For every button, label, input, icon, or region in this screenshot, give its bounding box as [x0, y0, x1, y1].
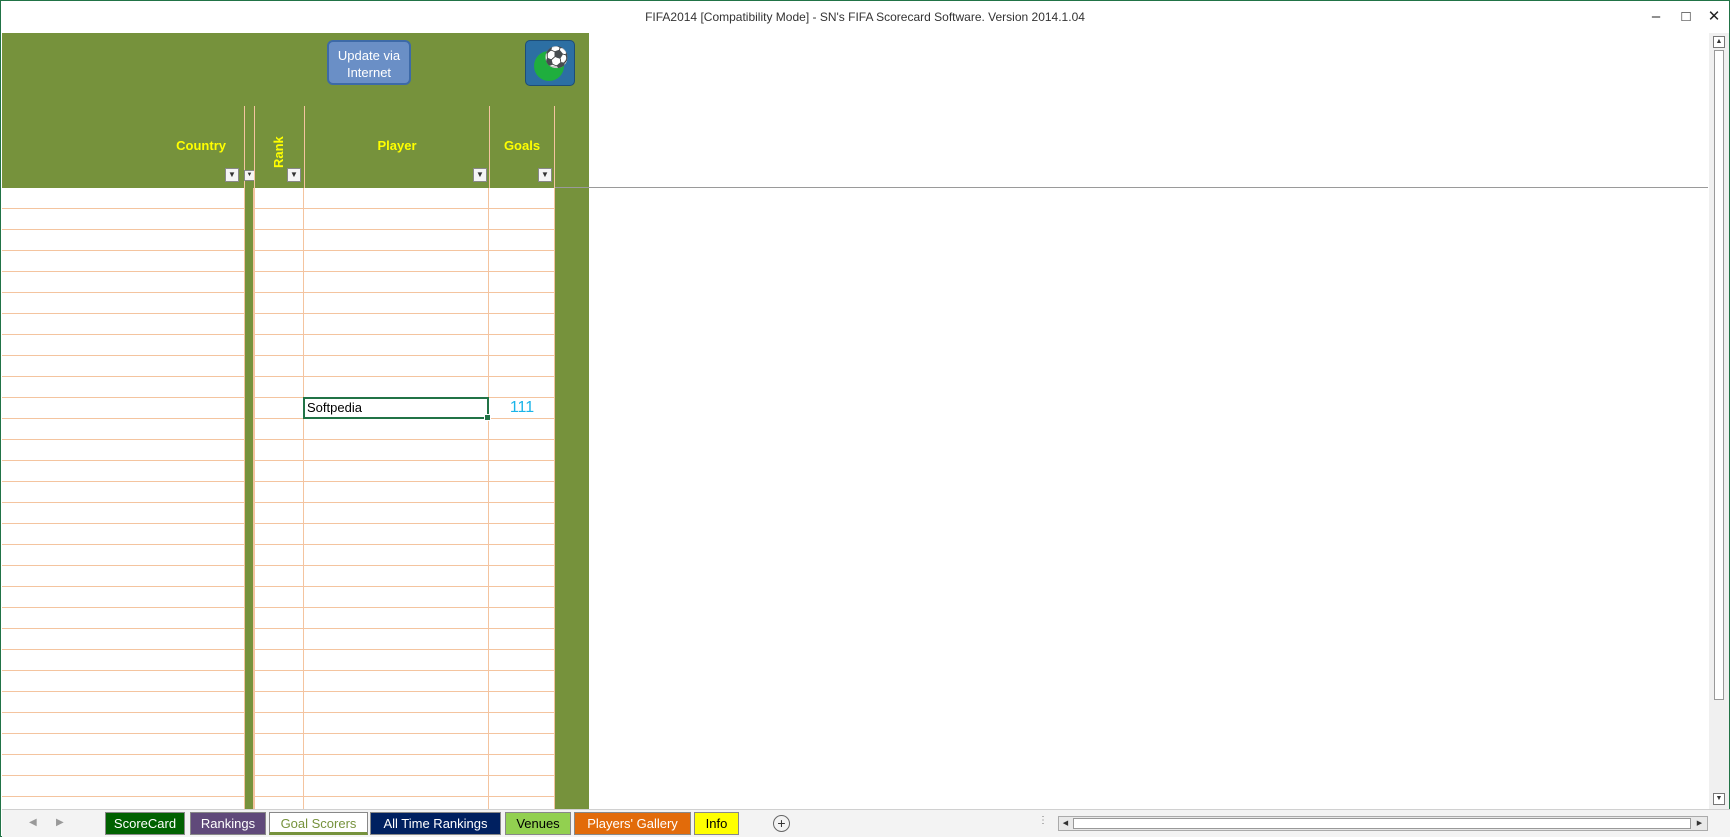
minimize-button[interactable]: – [1641, 5, 1671, 29]
add-sheet-plus-icon[interactable]: + [773, 815, 790, 832]
scroll-right-arrow-icon[interactable]: ▶ [1694, 818, 1705, 829]
soccer-player-icon[interactable]: ⚽ [525, 40, 575, 86]
tab-rankings[interactable]: Rankings [190, 812, 266, 835]
player-filter-button[interactable]: ▼ [473, 168, 487, 182]
player-figure-icon: ⚽ [544, 47, 569, 69]
tab-label: Rankings [200, 816, 256, 831]
tab-players-gallery[interactable]: Players' Gallery [574, 812, 691, 835]
update-via-internet-button[interactable]: Update via Internet [327, 40, 411, 85]
header-rank: Rank ▼ [254, 106, 304, 188]
vertical-scrollbar[interactable]: ▲ ▼ [1709, 33, 1729, 809]
tab-label: ScoreCard [113, 816, 177, 831]
goals-filter-button[interactable]: ▼ [538, 168, 552, 182]
header-goals: Goals ▼ [489, 106, 555, 188]
rank-column[interactable] [254, 188, 304, 809]
tab-label: Players' Gallery [587, 816, 678, 831]
tab-label: All Time Rankings [383, 816, 488, 831]
excel-window: FIFA2014 [Compatibility Mode] - SN's FIF… [0, 0, 1730, 837]
tab-label: Info [705, 816, 728, 831]
country-column[interactable] [2, 188, 245, 809]
title-bar: FIFA2014 [Compatibility Mode] - SN's FIF… [1, 1, 1729, 33]
tab-all-time-rankings[interactable]: All Time Rankings [370, 812, 501, 835]
tab-goal-scorers[interactable]: Goal Scorers [269, 812, 368, 835]
scroll-up-arrow-icon[interactable]: ▲ [1713, 36, 1725, 48]
maximize-button[interactable]: □ [1671, 5, 1701, 29]
horizontal-scrollbar[interactable]: ◀ ▶ [1058, 816, 1708, 831]
tab-label: Venues [516, 816, 560, 831]
player-column[interactable] [304, 188, 489, 809]
rank-header-label: Rank [271, 136, 286, 168]
spacer-column [245, 188, 254, 809]
split-handle-icon[interactable]: ⋮ [1038, 815, 1048, 826]
goals-cell[interactable]: 111 [490, 398, 554, 418]
tab-scroll-right-icon[interactable]: ▶ [56, 817, 64, 828]
country-header-label: Country [176, 138, 226, 153]
sheet-tab-bar: ◀ ▶ ScoreCard Rankings Goal Scorers All … [2, 809, 1730, 837]
tab-venues[interactable]: Venues [505, 812, 571, 835]
header-spacer: ▼ [244, 106, 255, 188]
worksheet-area[interactable]: Update via Internet ⚽ Country ▼ ▼ Rank ▼… [2, 33, 1708, 809]
scroll-left-arrow-icon[interactable]: ◀ [1060, 818, 1071, 829]
header-player: Player ▼ [304, 106, 489, 188]
tab-info[interactable]: Info [694, 812, 739, 835]
player-cell-selected[interactable]: Softpedia [303, 397, 491, 421]
horizontal-scroll-thumb[interactable] [1073, 818, 1691, 829]
window-title: FIFA2014 [Compatibility Mode] - SN's FIF… [645, 10, 1085, 24]
tab-label: Goal Scorers [280, 816, 357, 831]
header-country: Country ▼ [2, 106, 244, 188]
country-filter-button[interactable]: ▼ [225, 168, 239, 182]
scroll-down-arrow-icon[interactable]: ▼ [1713, 793, 1725, 805]
goals-column[interactable] [489, 188, 555, 809]
player-header-label: Player [377, 138, 417, 153]
tab-scorecard[interactable]: ScoreCard [105, 812, 185, 835]
rank-filter-button[interactable]: ▼ [287, 168, 301, 182]
goals-header-label: Goals [503, 138, 541, 153]
tab-scroll-left-icon[interactable]: ◀ [29, 817, 37, 828]
vertical-scroll-thumb[interactable] [1714, 50, 1724, 700]
close-button[interactable]: ✕ [1699, 5, 1729, 29]
